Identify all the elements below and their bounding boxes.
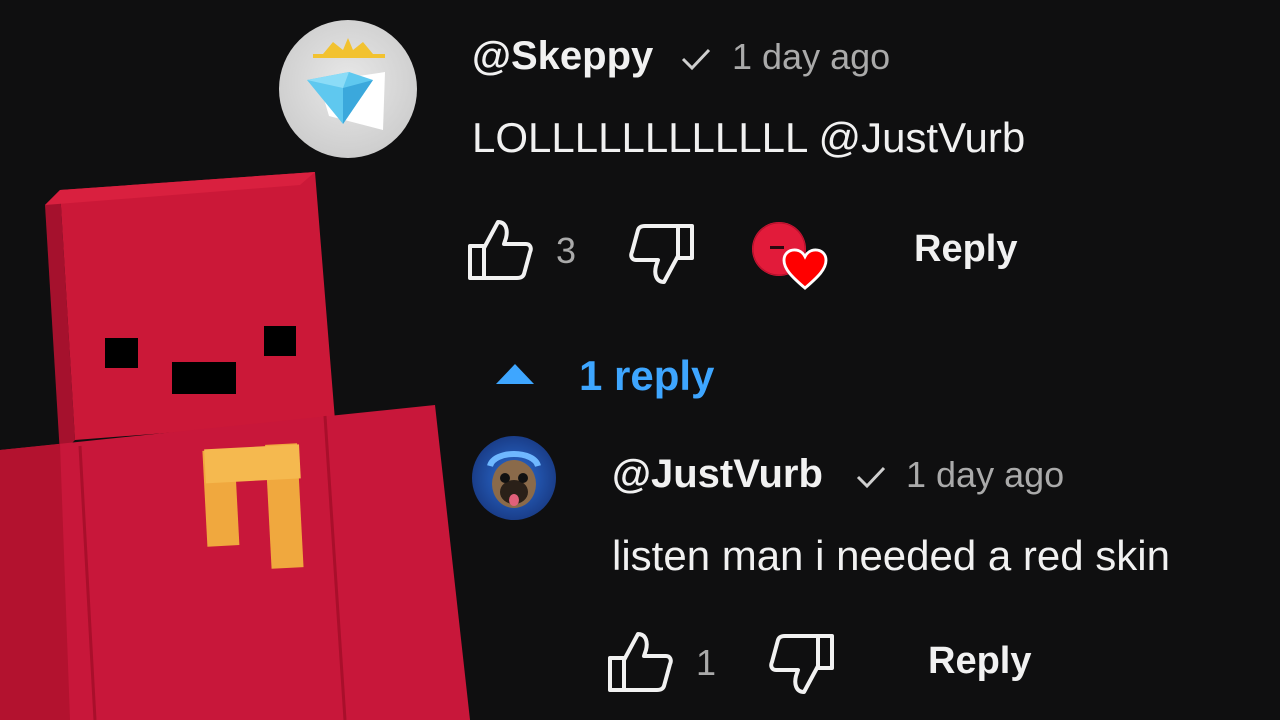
like-button-icon[interactable] bbox=[606, 630, 674, 694]
reply-reply-button[interactable]: Reply bbox=[928, 640, 1031, 683]
like-button-icon[interactable] bbox=[466, 218, 534, 282]
comment-username[interactable]: @Skeppy bbox=[472, 34, 653, 79]
creator-heart-avatar bbox=[752, 222, 828, 290]
pug-avatar-icon bbox=[487, 451, 541, 508]
checkmark-icon bbox=[856, 466, 886, 489]
reply-text: listen man i needed a red skin bbox=[612, 532, 1170, 579]
reply-avatar[interactable] bbox=[472, 436, 556, 520]
dislike-button-icon[interactable] bbox=[768, 632, 836, 696]
diamond-crown-icon bbox=[307, 38, 385, 130]
reply-like-count: 1 bbox=[696, 642, 717, 683]
caret-up-icon[interactable] bbox=[494, 362, 536, 386]
reply-button[interactable]: Reply bbox=[914, 228, 1017, 271]
reply-timestamp[interactable]: 1 day ago bbox=[906, 454, 1064, 496]
comment-text: LOLLLLLLLLLLLL @JustVurb bbox=[472, 114, 1026, 161]
avatar[interactable] bbox=[279, 20, 417, 158]
dislike-button-icon[interactable] bbox=[628, 222, 696, 286]
heart-icon bbox=[782, 248, 828, 290]
comment-timestamp[interactable]: 1 day ago bbox=[732, 36, 890, 78]
reply-username[interactable]: @JustVurb bbox=[612, 452, 823, 497]
replies-toggle[interactable]: 1 reply bbox=[579, 352, 714, 400]
like-count: 3 bbox=[556, 230, 577, 271]
checkmark-icon bbox=[681, 48, 711, 71]
